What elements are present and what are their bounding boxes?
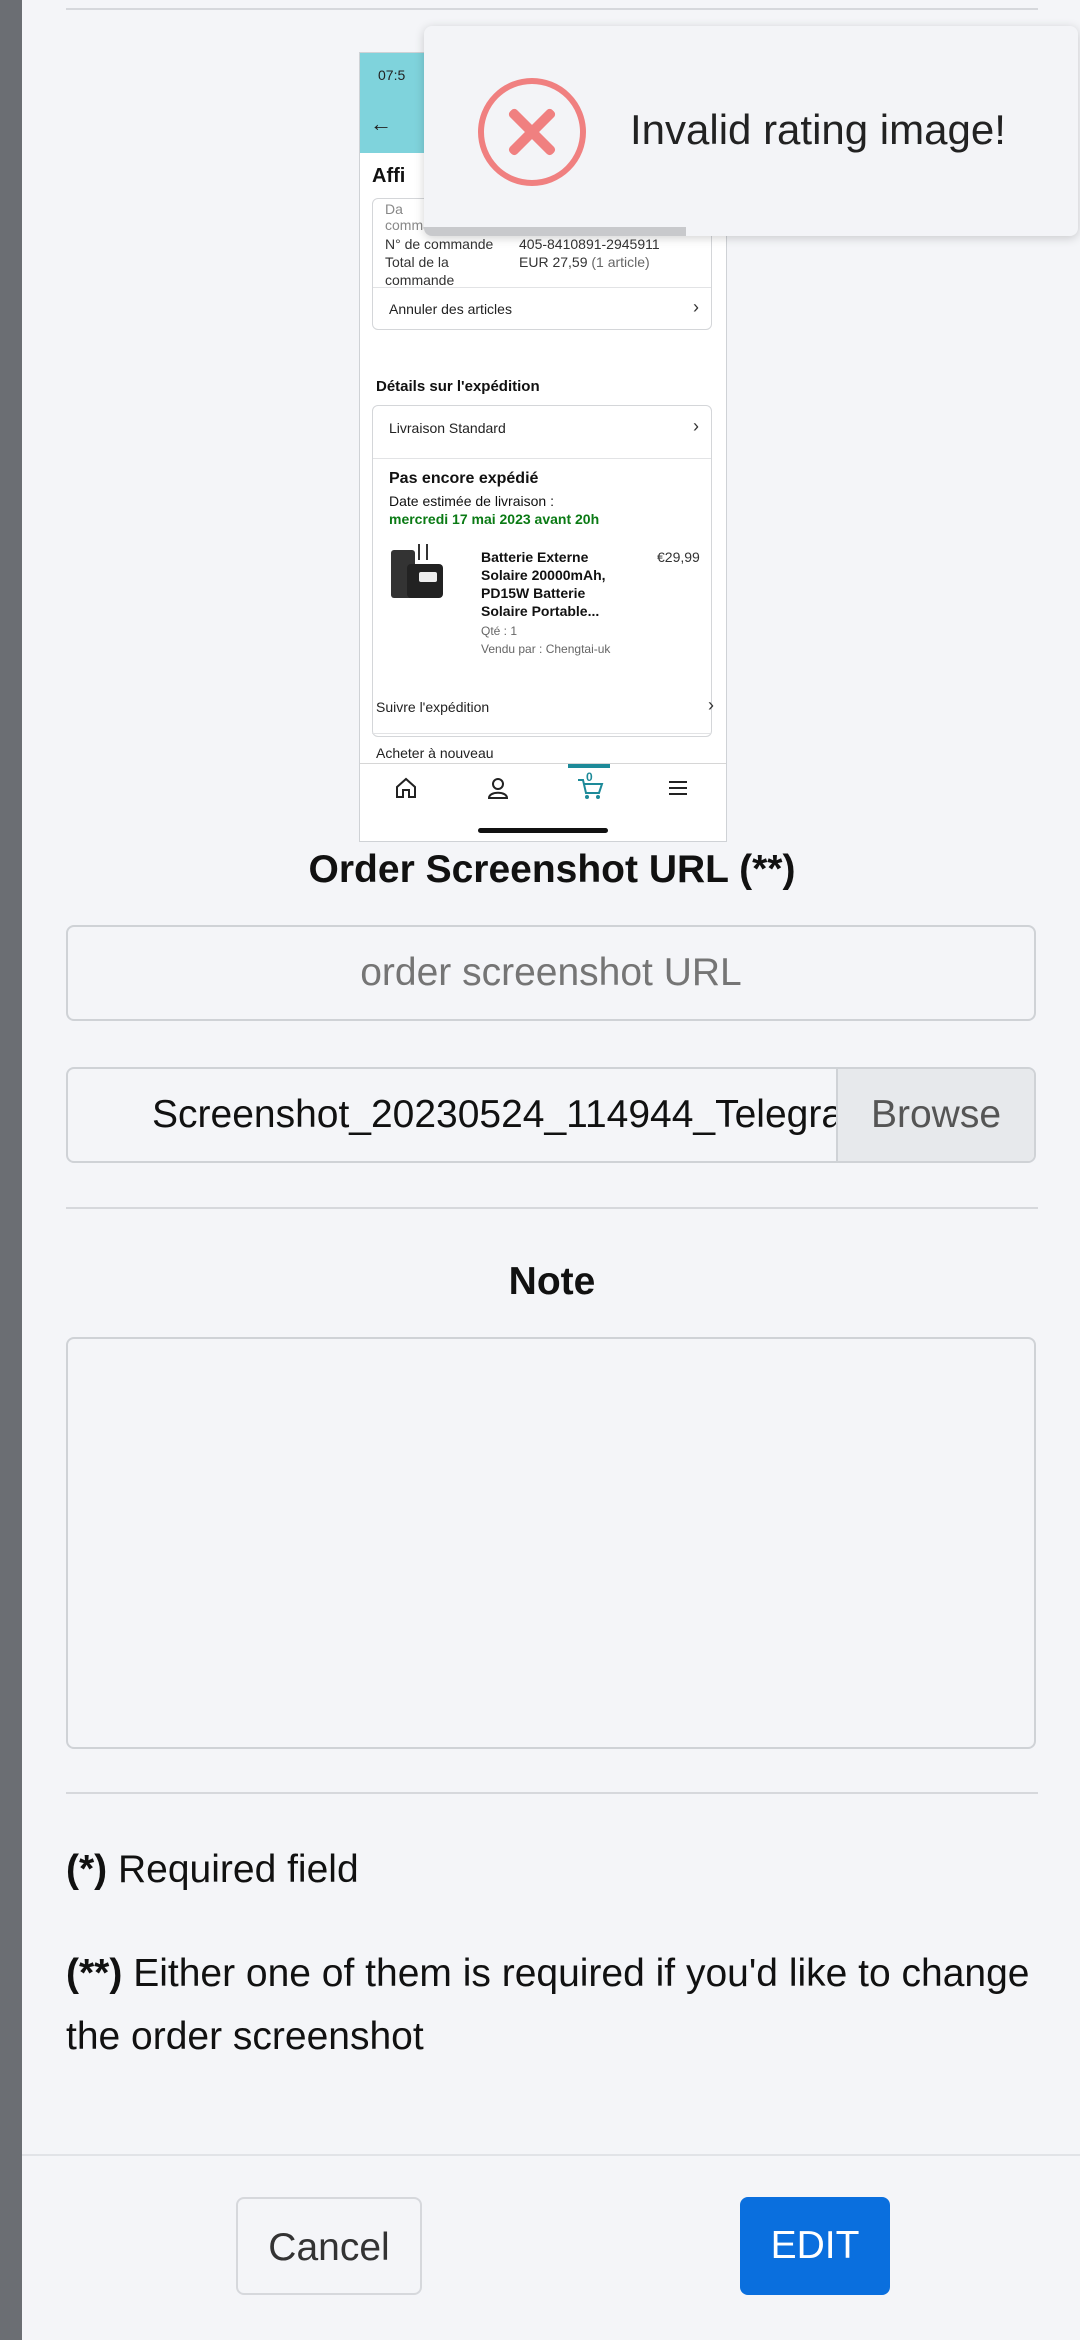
preview-time: 07:5	[378, 67, 406, 83]
preview-chevron-right-icon: ›	[708, 695, 714, 715]
preview-cancel-items: Annuler des articles	[389, 301, 512, 317]
preview-chevron-right-icon: ›	[693, 297, 699, 317]
order-screenshot-url-input[interactable]	[66, 925, 1036, 1021]
edit-order-modal: 07:5 ← Affi Da commande N° de commande 4…	[22, 0, 1080, 2340]
preview-product-price: €29,99	[657, 549, 700, 565]
preview-cart-count: 0	[586, 770, 593, 784]
preview-divider	[373, 458, 711, 459]
preview-eta-value: mercredi 17 mai 2023 avant 20h	[389, 511, 600, 527]
toast-progress-bar	[424, 227, 686, 236]
preview-chevron-right-icon: ›	[693, 416, 699, 436]
preview-divider	[372, 733, 710, 734]
required-marker: (*)	[66, 1848, 108, 1891]
error-toast: Invalid rating image!	[424, 26, 1078, 236]
section-divider	[66, 1207, 1038, 1209]
selected-file-name: Screenshot_20230524_114944_Telegram.jpg	[152, 1093, 882, 1136]
either-text: Either one of them is required if you'd …	[66, 1952, 1030, 2058]
preview-buy-again: Acheter à nouveau	[376, 745, 494, 761]
toast-message: Invalid rating image!	[630, 106, 1006, 153]
required-field-note: (*) Required field	[66, 1838, 1038, 1901]
top-divider	[66, 8, 1038, 10]
preview-eta-label: Date estimée de livraison :	[389, 493, 554, 509]
edit-button[interactable]: EDIT	[740, 2197, 890, 2295]
preview-total-value: EUR 27,59 (1 article)	[519, 254, 650, 270]
cancel-button[interactable]: Cancel	[236, 2197, 422, 2295]
preview-home-icon	[396, 777, 416, 798]
preview-order-number-label: N° de commande	[385, 236, 494, 252]
browse-button[interactable]: Browse	[836, 1069, 1034, 1161]
preview-product-image	[391, 544, 443, 598]
preview-qty: Qté : 1	[481, 624, 518, 638]
error-x-icon	[478, 78, 586, 186]
preview-page-title: Affi	[372, 165, 406, 187]
preview-track-shipment: Suivre l'expédition	[376, 699, 490, 715]
preview-divider	[373, 287, 711, 288]
preview-back-arrow-icon: ←	[370, 111, 392, 136]
preview-shipping-heading: Détails sur l'expédition	[376, 378, 540, 395]
preview-order-number: 405-8410891-2945911	[519, 236, 660, 252]
order-screenshot-url-label: Order Screenshot URL (**)	[308, 848, 796, 891]
required-text: Required field	[118, 1848, 359, 1891]
preview-cart-indicator	[568, 764, 610, 768]
preview-bottom-nav: 0	[360, 763, 726, 841]
preview-menu-icon	[669, 781, 687, 795]
either-marker: (**)	[66, 1952, 123, 1995]
footer-divider	[22, 2154, 1080, 2156]
preview-seller: Vendu par : Chengtai-uk	[481, 642, 611, 656]
preview-shipping-method: Livraison Standard	[389, 420, 506, 436]
section-divider	[66, 1792, 1038, 1794]
preview-home-indicator	[478, 828, 608, 833]
preview-shipping-card: Livraison Standard › Pas encore expédié …	[372, 405, 712, 737]
order-screenshot-file-input[interactable]: Screenshot_20230524_114944_Telegram.jpg …	[66, 1067, 1036, 1163]
preview-total-label: Total de la commande	[385, 254, 455, 288]
preview-product-name: Batterie Externe Solaire 20000mAh, PD15W…	[481, 549, 606, 619]
preview-status: Pas encore expédié	[389, 470, 539, 487]
either-required-note: (**) Either one of them is required if y…	[66, 1942, 1038, 2068]
note-label: Note	[508, 1260, 596, 1303]
note-textarea[interactable]	[66, 1337, 1036, 1749]
preview-account-icon	[487, 778, 509, 799]
